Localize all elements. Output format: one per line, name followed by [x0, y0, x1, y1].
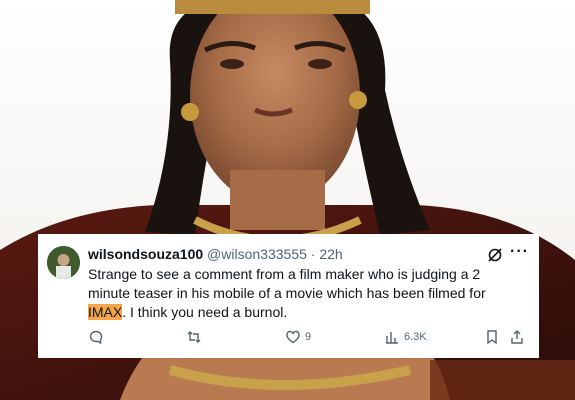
tweet-text: Strange to see a comment from a film mak…	[88, 265, 526, 322]
avatar[interactable]	[47, 246, 80, 279]
tweet-text-after: . I think you need a burnol.	[122, 304, 288, 320]
tweet-header: wilsondsouza100 @wilson333555 · 22h	[88, 245, 343, 263]
retweet-icon	[186, 329, 202, 345]
highlighted-word: IMAX	[88, 304, 123, 320]
timestamp[interactable]: 22h	[319, 246, 342, 262]
bookmark-button[interactable]	[484, 329, 500, 345]
more-icon[interactable]: ···	[510, 243, 529, 261]
like-button[interactable]: 9	[285, 329, 311, 345]
tweet-actions: 9 6.3K	[38, 329, 539, 349]
views-icon	[384, 329, 400, 345]
handle[interactable]: @wilson333555	[207, 246, 307, 262]
reply-button[interactable]	[88, 329, 104, 345]
view-count: 6.3K	[404, 331, 427, 343]
tweet-card[interactable]: wilsondsouza100 @wilson333555 · 22h ··· …	[38, 234, 539, 358]
share-button[interactable]	[509, 329, 525, 345]
retweet-button[interactable]	[186, 329, 202, 345]
bookmark-icon	[484, 329, 500, 345]
reply-icon	[88, 329, 104, 345]
share-icon	[509, 329, 525, 345]
tweet-text-before: Strange to see a comment from a film mak…	[88, 266, 486, 301]
like-count: 9	[305, 331, 312, 343]
views-button[interactable]: 6.3K	[384, 329, 427, 345]
like-icon	[285, 329, 301, 345]
display-name[interactable]: wilsondsouza100	[88, 246, 203, 262]
separator: ·	[310, 246, 316, 262]
